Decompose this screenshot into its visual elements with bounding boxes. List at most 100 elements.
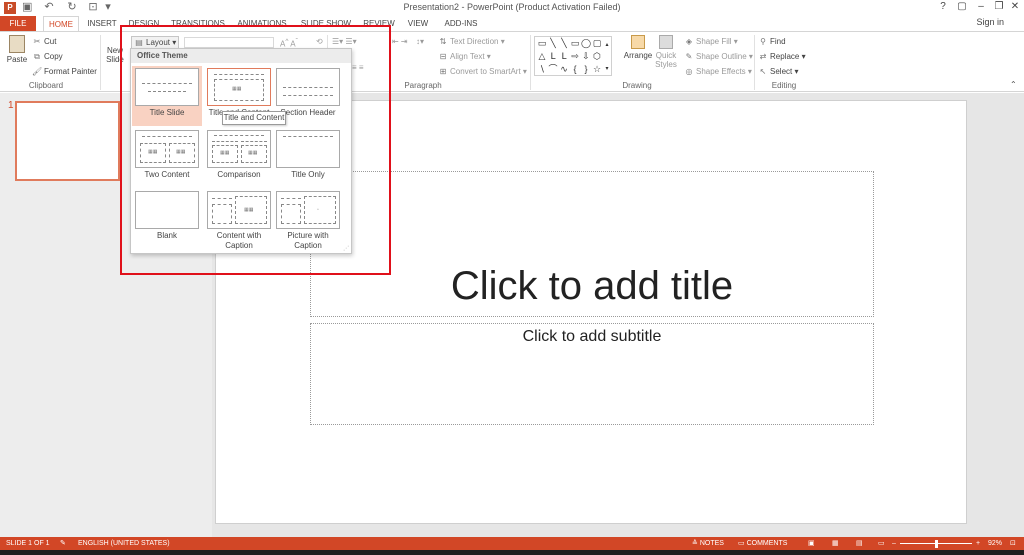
zoom-slider-thumb[interactable]	[935, 540, 938, 548]
tab-home[interactable]: HOME	[43, 16, 79, 31]
drawing-group-label: Drawing	[622, 81, 652, 90]
align-text-button[interactable]: ⊟ Align Text ▾	[438, 51, 491, 62]
normal-view-icon[interactable]: ▣	[808, 537, 815, 550]
tab-file[interactable]: FILE	[0, 16, 36, 31]
title-placeholder-text: Click to add title	[450, 264, 734, 308]
subtitle-placeholder[interactable]: Click to add subtitle	[310, 323, 874, 425]
connector-shape-icon[interactable]: ᒪ	[559, 51, 569, 61]
slide-thumbnail[interactable]	[15, 101, 120, 181]
text-direction-button[interactable]: ⇅ Text Direction ▾	[438, 36, 505, 47]
shape-fill-label: Shape Fill	[696, 37, 732, 46]
title-placeholder[interactable]: Click to add title	[310, 171, 874, 317]
shape-outline-label: Shape Outline	[696, 52, 747, 61]
replace-label: Replace	[770, 52, 800, 61]
styles-label: Styles	[655, 60, 677, 69]
rectangle-shape-icon[interactable]: ▭	[570, 38, 580, 48]
zoom-level[interactable]: 92%	[988, 537, 1002, 550]
shape-outline-button[interactable]: ✎ Shape Outline ▾	[684, 51, 753, 62]
window-title: Presentation2 - PowerPoint (Product Acti…	[403, 2, 621, 12]
paste-button[interactable]: Paste	[4, 35, 30, 64]
highlight-box	[120, 25, 391, 275]
find-button[interactable]: ⚲ Find	[758, 36, 786, 47]
status-bar: SLIDE 1 OF 1 ✎ ENGLISH (UNITED STATES) ≙…	[0, 537, 1024, 550]
indent-icon[interactable]: ⇤ ⇥	[392, 36, 408, 47]
copy-icon: ⧉	[34, 52, 40, 61]
brace-shape-icon[interactable]: }	[581, 64, 591, 74]
copy-label: Copy	[44, 52, 63, 61]
text-direction-label: Text Direction	[450, 37, 499, 46]
arrange-icon	[631, 35, 645, 49]
shape-effects-label: Shape Effects	[696, 67, 746, 76]
gallery-more-icon[interactable]: ▾	[602, 64, 612, 74]
arrange-button[interactable]: Arrange	[623, 35, 653, 60]
line-shape-icon[interactable]: ╲	[559, 38, 569, 48]
help-icon[interactable]: ?	[934, 0, 952, 14]
format-painter-label: Format Painter	[44, 67, 97, 76]
notes-button[interactable]: ≙ NOTES	[692, 537, 724, 550]
quick-styles-icon	[659, 35, 673, 49]
gallery-scroll-icon[interactable]: ▴	[602, 40, 612, 50]
effects-icon: ◎	[685, 67, 693, 76]
rectangle-shape-icon[interactable]: ▭	[537, 38, 547, 48]
close-icon[interactable]: ✕	[1006, 0, 1024, 14]
collapse-ribbon-icon[interactable]: ⌃	[1010, 79, 1017, 90]
comments-button[interactable]: ▭ COMMENTS	[738, 537, 787, 550]
wave-shape-icon[interactable]: ∿	[559, 64, 569, 74]
curve-shape-icon[interactable]: ⌒	[548, 64, 558, 74]
reading-view-icon[interactable]: ▤	[856, 537, 863, 550]
rounded-rect-shape-icon[interactable]: ▢	[592, 38, 602, 48]
editing-group-label: Editing	[771, 81, 797, 90]
convert-smartart-button[interactable]: ⊞ Convert to SmartArt ▾	[438, 66, 527, 77]
slide-number: 1	[8, 100, 14, 111]
star-shape-icon[interactable]: ☆	[592, 64, 602, 74]
select-label: Select	[770, 67, 793, 76]
sign-in-link[interactable]: Sign in	[976, 17, 1004, 27]
hexagon-shape-icon[interactable]: ⬡	[592, 51, 602, 61]
shape-fill-button[interactable]: ◈ Shape Fill ▾	[684, 36, 738, 47]
smartart-icon: ⊞	[439, 67, 447, 76]
brush-icon: 🖌	[32, 67, 43, 76]
select-button[interactable]: ↖ Select ▾	[758, 66, 799, 77]
connector-shape-icon[interactable]: ᒪ	[548, 51, 558, 61]
triangle-shape-icon[interactable]: △	[537, 51, 547, 61]
text-direction-icon: ⇅	[439, 37, 447, 46]
arrow-shape-icon[interactable]: ⇩	[581, 51, 591, 61]
zoom-out-icon[interactable]: –	[892, 537, 896, 550]
group-divider	[530, 35, 531, 90]
replace-button[interactable]: ⇄ Replace ▾	[758, 51, 806, 62]
cut-button[interactable]: ✂ Cut	[32, 36, 57, 47]
tab-insert[interactable]: INSERT	[84, 16, 120, 31]
group-divider	[754, 35, 755, 90]
brace-shape-icon[interactable]: {	[570, 64, 580, 74]
convert-smartart-label: Convert to SmartArt	[450, 67, 521, 76]
notes-label: NOTES	[699, 540, 724, 547]
subtitle-placeholder-text: Click to add subtitle	[522, 328, 662, 345]
tab-add-ins[interactable]: ADD-INS	[440, 16, 482, 31]
spelling-icon[interactable]: ✎	[60, 537, 66, 550]
slide-sorter-icon[interactable]: ▦	[832, 537, 839, 550]
shapes-gallery[interactable]: ▭ ╲ ╲ ▭ ◯ ▢ △ ᒪ ᒪ ⇨ ⇩ ⬡ ∖ ⌒ ∿ { } ☆ ▴ ▾	[534, 36, 612, 76]
arrow-shape-icon[interactable]: ⇨	[570, 51, 580, 61]
minimize-icon[interactable]: –	[972, 0, 990, 14]
slide-count: SLIDE 1 OF 1	[6, 540, 50, 547]
tab-view[interactable]: VIEW	[403, 16, 433, 31]
align-text-label: Align Text	[450, 52, 485, 61]
zoom-in-icon[interactable]: +	[976, 537, 980, 550]
paint-bucket-icon: ◈	[685, 37, 693, 46]
paragraph-group-label: Paragraph	[404, 81, 442, 90]
pen-icon: ✎	[685, 52, 693, 61]
oval-shape-icon[interactable]: ◯	[581, 38, 591, 48]
line-shape-icon[interactable]: ╲	[548, 38, 558, 48]
shape-effects-button[interactable]: ◎ Shape Effects ▾	[684, 66, 752, 77]
format-painter-button[interactable]: 🖌 Format Painter	[32, 66, 97, 77]
slideshow-icon[interactable]: ▭	[878, 537, 885, 550]
copy-button[interactable]: ⧉ Copy	[32, 51, 63, 62]
language-indicator[interactable]: ENGLISH (UNITED STATES)	[78, 537, 170, 550]
group-divider	[100, 35, 101, 90]
quick-styles-button[interactable]: Quick Styles	[652, 35, 680, 69]
ribbon-display-options-icon[interactable]: ▢	[953, 0, 971, 14]
replace-icon: ⇄	[759, 52, 767, 61]
fit-to-window-icon[interactable]: ⊡	[1010, 537, 1016, 550]
line-spacing-icon[interactable]: ↕▾	[416, 36, 424, 47]
arc-shape-icon[interactable]: ∖	[537, 64, 547, 74]
